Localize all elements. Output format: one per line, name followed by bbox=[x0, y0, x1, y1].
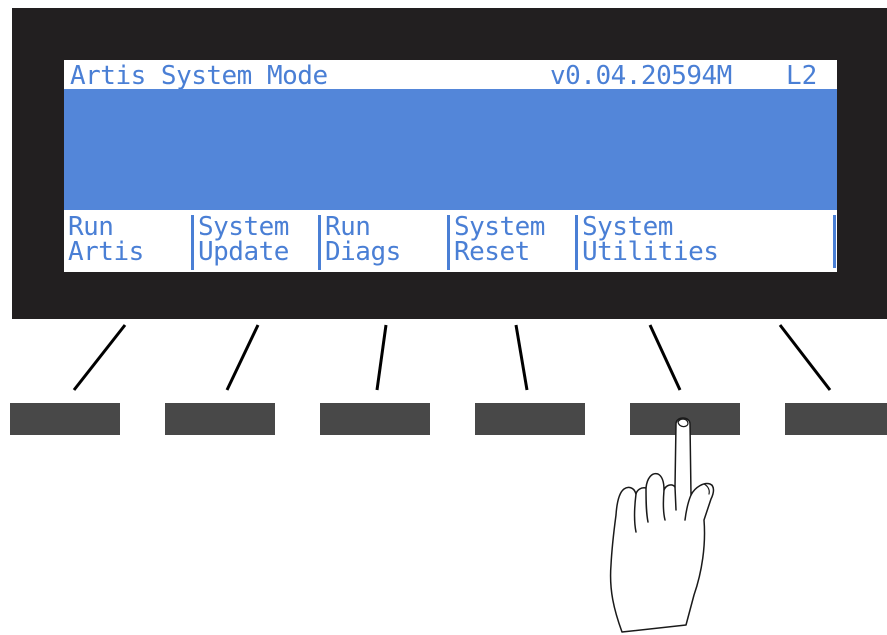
connector-line-3 bbox=[375, 324, 388, 391]
connector-line-6 bbox=[778, 324, 832, 391]
pointing-hand-icon bbox=[609, 417, 715, 633]
button-connector-lines bbox=[72, 324, 832, 391]
connector-line-5 bbox=[648, 324, 682, 391]
overlay-graphics bbox=[72, 324, 832, 633]
connector-line-1 bbox=[72, 324, 127, 391]
connector-line-4 bbox=[514, 324, 529, 391]
connector-line-2 bbox=[225, 324, 260, 391]
